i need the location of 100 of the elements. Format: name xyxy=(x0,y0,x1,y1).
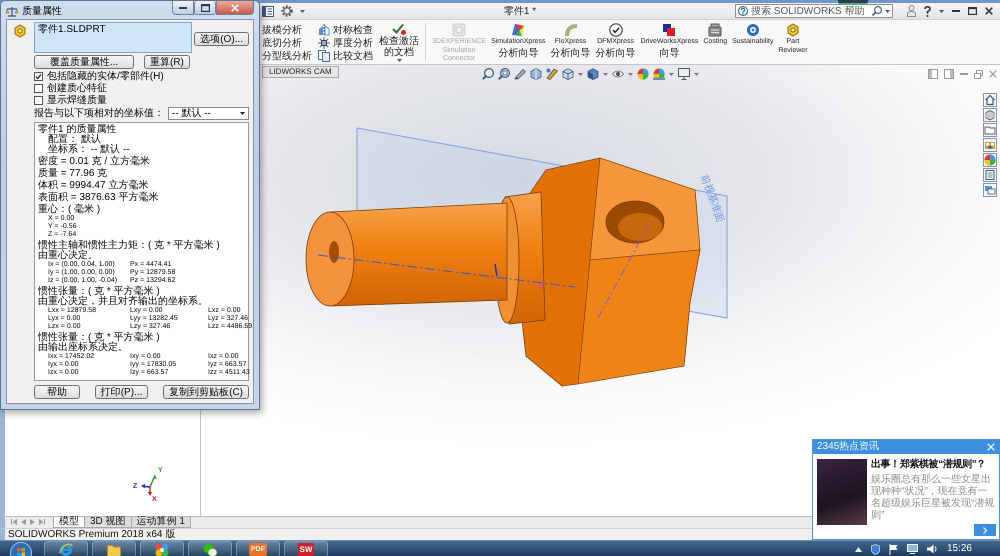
ribbon-command[interactable]: 对称检查 xyxy=(318,23,373,36)
selection-list[interactable]: 零件1.SLDPRT xyxy=(34,22,192,53)
tile-right-icon[interactable] xyxy=(944,69,954,79)
result-line: 重心：( 毫米 ) xyxy=(38,205,100,215)
ribbon-command[interactable]: 厚度分析 xyxy=(318,36,373,49)
model-tab[interactable]: 模型 xyxy=(53,517,85,528)
result-line: 惯性主轴和惯性主力矩：( 克 * 平方毫米 ) xyxy=(38,241,220,251)
panel-list-icon[interactable] xyxy=(262,6,274,16)
taskbar-button[interactable] xyxy=(44,541,88,556)
shield-icon[interactable] xyxy=(870,544,880,554)
show-hidden-icon[interactable] xyxy=(854,546,862,552)
details-button[interactable] xyxy=(974,524,996,536)
result-line: 密度 = 0.01 克 / 立方毫米 xyxy=(38,157,150,167)
checkbox[interactable] xyxy=(34,84,43,92)
shaded-cube-icon[interactable] xyxy=(587,68,599,80)
ribbon-command[interactable]: 比较文档 xyxy=(318,49,373,62)
user-icon[interactable] xyxy=(907,5,916,17)
arc-pipe-icon xyxy=(564,23,578,37)
palette-tiles-icon[interactable] xyxy=(983,138,997,152)
folder-icon[interactable] xyxy=(983,123,997,137)
settings-icon[interactable] xyxy=(281,5,293,17)
coordinate-dropdown[interactable]: -- 默认 -- xyxy=(168,107,249,120)
copy-button[interactable]: 复制到剪贴板(C) xyxy=(163,385,249,399)
result-line: 质量 = 77.96 克 xyxy=(38,169,108,179)
home-icon[interactable] xyxy=(983,93,997,107)
hex-nut-icon xyxy=(786,23,800,37)
checkbox[interactable] xyxy=(34,96,43,104)
browser-icon xyxy=(59,543,73,556)
monitor-icon[interactable] xyxy=(678,68,690,80)
rounded-square-icon xyxy=(452,23,466,37)
check-circle-icon xyxy=(608,23,623,37)
taskbar-button[interactable]: SW xyxy=(284,541,328,556)
recalculate-button[interactable]: 重算(R) xyxy=(144,55,190,69)
status-text: SOLIDWORKS Premium 2018 x64 版 xyxy=(8,529,176,540)
taskbar-button[interactable] xyxy=(140,541,184,556)
minimize-button[interactable] xyxy=(172,1,194,15)
minimize-icon[interactable] xyxy=(179,6,187,8)
chevron-right-icon xyxy=(983,526,987,534)
override-button[interactable]: 覆盖质量属性... xyxy=(34,55,134,69)
caret-icon[interactable] xyxy=(300,10,305,12)
flag-icon[interactable] xyxy=(888,544,898,554)
help-button[interactable]: 帮助 xyxy=(34,385,80,399)
list-item[interactable]: 零件1.SLDPRT xyxy=(38,24,106,35)
list-icon[interactable] xyxy=(983,168,997,182)
ribbon-command[interactable]: 底切分析 xyxy=(262,36,312,49)
toolbar-handle[interactable] xyxy=(838,0,868,5)
result-line: 体积 = 9994.47 立方毫米 xyxy=(38,181,148,191)
restore-icon[interactable] xyxy=(974,70,983,78)
search-field[interactable]: 搜索 SOLIDWORKS 帮助 xyxy=(735,4,894,18)
ribbon-command[interactable]: 拔模分析 xyxy=(262,23,312,36)
print-button[interactable]: 打印(P)... xyxy=(94,385,148,399)
close-icon[interactable] xyxy=(985,7,994,15)
field-label: 报告与以下项相对的坐标值： xyxy=(34,108,164,119)
options-button[interactable]: 选项(O)... xyxy=(194,32,249,46)
minimize-icon[interactable] xyxy=(952,10,960,12)
pencil-icon[interactable] xyxy=(514,68,526,80)
printer-icon xyxy=(708,23,722,37)
starburst-square-icon xyxy=(318,36,330,48)
result-line: 由输出座标系决定。 xyxy=(38,343,128,353)
taskbar-button[interactable] xyxy=(188,541,232,556)
close-button[interactable] xyxy=(216,1,254,15)
model-tab[interactable]: 3D 视图 xyxy=(84,517,132,528)
result-line: 由重心决定。 xyxy=(38,251,98,261)
color-ball-stand-icon[interactable] xyxy=(653,68,665,80)
news-headline[interactable]: 出事！郑紫棋被“潜规则”？ xyxy=(871,459,996,471)
volume-icon[interactable] xyxy=(926,544,938,554)
mirror-halves-icon xyxy=(318,24,330,36)
chat-icon[interactable] xyxy=(983,183,997,197)
box-icon[interactable] xyxy=(983,108,997,122)
result-line: 惯性张量：( 克 * 平方毫米 ) xyxy=(38,333,160,343)
popup-title: 2345热点资讯 xyxy=(817,441,880,453)
result-line: 惯性张量：( 克 * 平方毫米 ) xyxy=(38,287,160,297)
checkbox-label: 创建质心特征 xyxy=(47,82,107,94)
split-hexagon-icon[interactable] xyxy=(530,68,542,80)
folder-icon xyxy=(107,543,121,556)
tile-left-icon[interactable] xyxy=(928,69,938,79)
caret-icon[interactable] xyxy=(240,112,245,115)
model-tab[interactable]: 运动算例 1 xyxy=(130,517,191,528)
maximize-icon[interactable] xyxy=(200,4,210,12)
color-ball-icon[interactable] xyxy=(637,68,649,80)
hex-nut-icon xyxy=(13,24,27,38)
maximize-button[interactable] xyxy=(194,1,216,15)
cube-icon[interactable] xyxy=(562,68,574,80)
eye-icon[interactable] xyxy=(612,68,624,80)
magnifier-icon[interactable] xyxy=(482,68,494,80)
ribbon-command[interactable]: 分型线分析 xyxy=(262,49,312,62)
search-icon[interactable] xyxy=(872,6,882,16)
network-icon[interactable] xyxy=(906,544,918,554)
start-button[interactable] xyxy=(10,541,32,556)
caret-icon[interactable] xyxy=(885,10,890,12)
help-icon[interactable] xyxy=(924,6,932,16)
checkbox[interactable] xyxy=(34,72,43,80)
color-ball-icon[interactable] xyxy=(983,153,997,167)
caret-icon[interactable] xyxy=(396,59,402,62)
overlapping-squares-icon xyxy=(662,23,676,37)
command-tab[interactable]: LIDWORKS CAM xyxy=(262,66,339,78)
maximize-icon[interactable] xyxy=(968,7,978,15)
check-document-button[interactable]: 检查激活的文档 xyxy=(379,23,419,62)
caret-icon[interactable] xyxy=(939,10,944,12)
taskbar-button[interactable] xyxy=(92,541,136,556)
